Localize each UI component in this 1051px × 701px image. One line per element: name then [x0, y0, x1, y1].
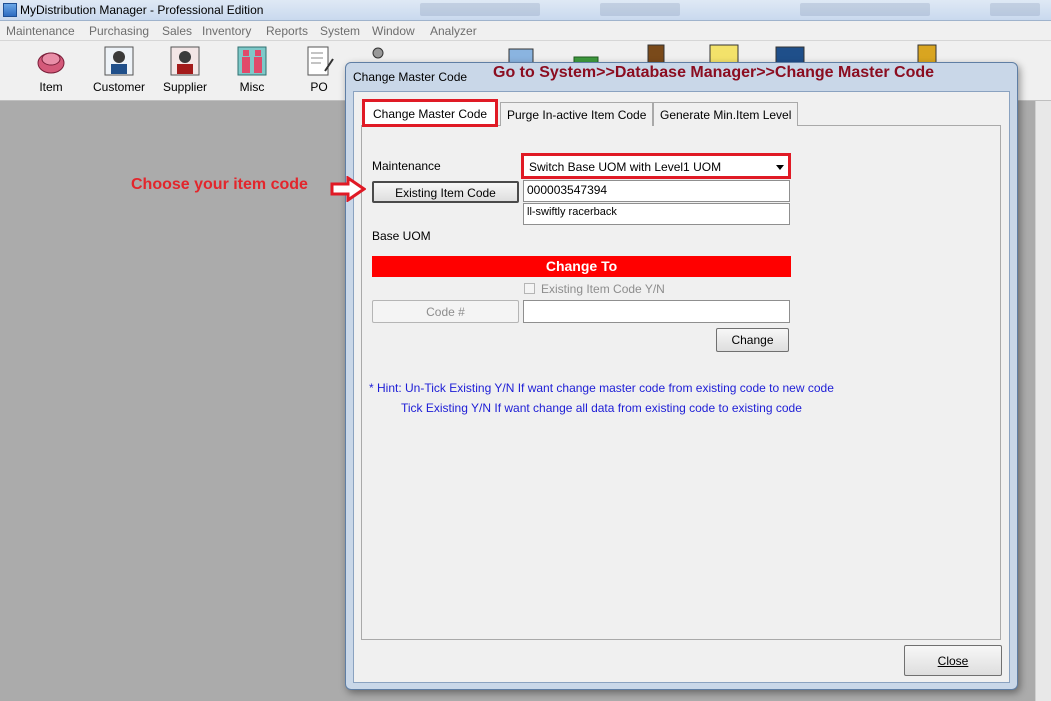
- change-to-banner: Change To: [372, 256, 791, 277]
- po-icon: [307, 46, 334, 76]
- choose-item-callout: Choose your item code: [131, 176, 308, 193]
- maintenance-select-value: Switch Base UOM with Level1 UOM: [529, 160, 722, 174]
- background-window-tab: [800, 3, 930, 16]
- existing-item-code-checkbox[interactable]: [524, 283, 535, 294]
- toolbar-po-button[interactable]: PO: [287, 45, 351, 97]
- menu-inventory[interactable]: Inventory: [202, 24, 251, 38]
- menu-window[interactable]: Window: [372, 24, 415, 38]
- toolbar-po-label: PO: [310, 80, 328, 94]
- misc-icon: [237, 46, 267, 76]
- existing-item-code-button[interactable]: Existing Item Code: [372, 181, 519, 203]
- item-code-field[interactable]: 000003547394: [523, 180, 790, 202]
- existing-item-code-checkbox-label: Existing Item Code Y/N: [541, 282, 665, 296]
- customer-icon: [104, 46, 134, 76]
- menu-system[interactable]: System: [320, 24, 360, 38]
- arrow-right-icon: [330, 176, 366, 202]
- menu-purchasing[interactable]: Purchasing: [89, 24, 149, 38]
- hint-line-1: * Hint: Un-Tick Existing Y/N If want cha…: [369, 381, 834, 395]
- menu-analyzer[interactable]: Analyzer: [430, 24, 477, 38]
- toolbar-supplier-label: Supplier: [162, 80, 208, 94]
- toolbar-customer-label: Customer: [92, 80, 145, 94]
- toolbar-customer-button[interactable]: Customer: [87, 45, 151, 97]
- toolbar-item-button[interactable]: Item: [19, 45, 83, 97]
- toolbar-misc-button[interactable]: Misc: [220, 45, 284, 97]
- new-code-field[interactable]: [523, 300, 790, 323]
- menu-bar: Maintenance Purchasing Sales Inventory R…: [0, 21, 1051, 41]
- chevron-down-icon[interactable]: [776, 165, 784, 170]
- menu-reports[interactable]: Reports: [266, 24, 308, 38]
- maintenance-select[interactable]: Switch Base UOM with Level1 UOM: [521, 153, 791, 179]
- instruction-callout: Go to System>>Database Manager>>Change M…: [493, 64, 935, 81]
- code-number-button[interactable]: Code #: [372, 300, 519, 323]
- change-button[interactable]: Change: [716, 328, 789, 352]
- toolbar-item-label: Item: [39, 80, 63, 94]
- menu-maintenance[interactable]: Maintenance: [6, 24, 75, 38]
- tab-generate-min-item-level[interactable]: Generate Min.Item Level: [653, 102, 799, 126]
- toolbar-supplier-button[interactable]: Supplier: [153, 45, 217, 97]
- item-description-field[interactable]: ll-swiftly racerback: [523, 203, 790, 225]
- background-window-tab: [420, 3, 540, 16]
- app-title-bar: MyDistribution Manager - Professional Ed…: [0, 0, 1051, 21]
- close-button[interactable]: Close: [904, 645, 1002, 676]
- base-uom-label: Base UOM: [372, 229, 431, 243]
- supplier-icon: [170, 46, 200, 76]
- tab-change-master-code[interactable]: Change Master Code: [362, 99, 499, 127]
- maintenance-label: Maintenance: [372, 159, 441, 173]
- background-window-tab: [990, 3, 1040, 16]
- app-icon: [3, 3, 17, 17]
- dialog-title: Change Master Code: [353, 70, 468, 84]
- tab-purge-inactive-item-code[interactable]: Purge In-active Item Code: [500, 102, 654, 126]
- workspace-scrollbar[interactable]: [1035, 101, 1051, 701]
- menu-sales[interactable]: Sales: [162, 24, 192, 38]
- toolbar-misc-label: Misc: [239, 80, 265, 94]
- item-icon: [37, 52, 65, 74]
- hint-line-2: Tick Existing Y/N If want change all dat…: [401, 401, 802, 415]
- background-window-tab: [600, 3, 680, 16]
- app-title: MyDistribution Manager - Professional Ed…: [20, 3, 264, 17]
